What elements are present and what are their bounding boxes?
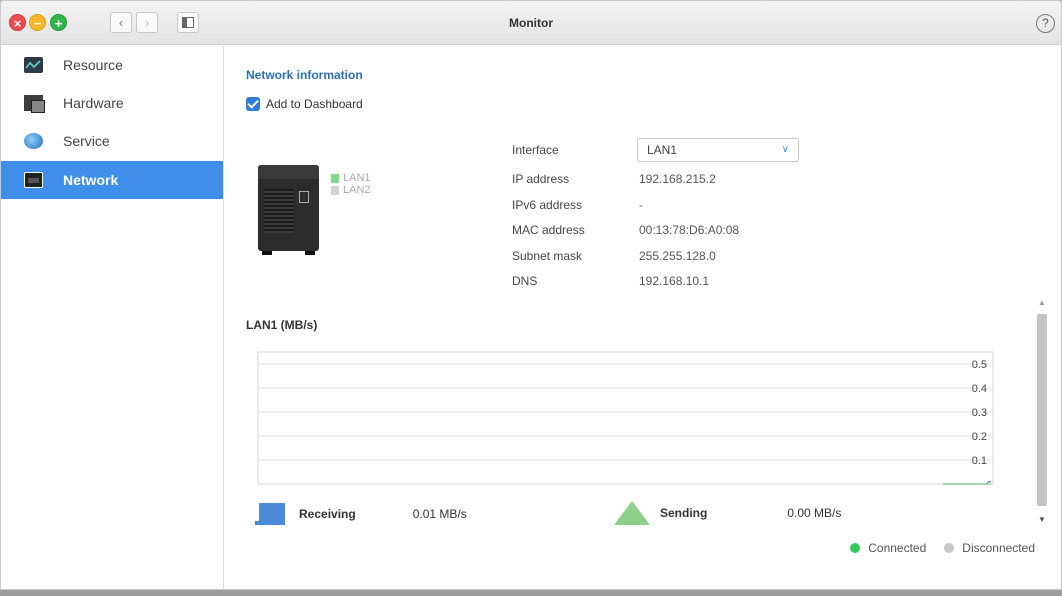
interface-select[interactable]: LAN1 ∨: [637, 138, 799, 162]
connected-dot-icon: [850, 543, 861, 553]
sending-value: 0.00 MB/s: [787, 506, 842, 520]
port-legend-item: LAN1: [331, 172, 371, 184]
port-label: LAN2: [343, 184, 371, 196]
interface-select-value: LAN1: [647, 143, 678, 157]
interface-label: Interface: [512, 143, 559, 157]
chart-title: LAN1 (MB/s): [246, 318, 318, 332]
maximize-window-button[interactable]: +: [50, 14, 67, 31]
sidebar-item-resource[interactable]: Resource: [1, 46, 223, 84]
scroll-down-arrow-icon[interactable]: ▼: [1035, 515, 1049, 524]
section-title: Network information: [246, 68, 363, 82]
y-tick-label: 0.3: [972, 407, 987, 419]
receiving-value: 0.01 MB/s: [412, 507, 467, 521]
ip-address-label: IP address: [512, 172, 570, 186]
receiving-legend: Receiving 0.01 MB/s: [251, 501, 467, 527]
connected-label: Connected: [868, 541, 927, 555]
sidebar-item-label: Service: [63, 133, 110, 149]
checkbox-checked-icon: [246, 97, 260, 111]
chart-plot-area: [257, 351, 994, 485]
window-title: Monitor: [509, 16, 553, 30]
nas-device-image: [258, 165, 319, 255]
mac-address-value: 00:13:78:D6:A0:08: [639, 223, 740, 237]
ipv6-address-label: IPv6 address: [512, 198, 583, 212]
close-window-button[interactable]: ×: [9, 14, 26, 31]
dns-value: 192.168.10.1: [639, 274, 710, 288]
port-status-swatch: [331, 185, 339, 195]
sending-label: Sending: [660, 506, 708, 520]
dns-label: DNS: [512, 274, 538, 288]
hardware-icon: [24, 95, 45, 113]
back-button[interactable]: ‹: [110, 12, 132, 33]
monitor-window: × − + ‹ › Monitor ? Resource Hardware Se…: [0, 0, 1062, 590]
scroll-up-arrow-icon[interactable]: ▲: [1035, 298, 1049, 307]
network-throughput-chart: 0.1 0.2 0.3 0.4 0.5: [257, 351, 994, 485]
mac-address-label: MAC address: [512, 223, 585, 237]
receiving-icon: [251, 501, 289, 527]
receiving-label: Receiving: [299, 507, 356, 521]
port-legend: LAN1 LAN2: [331, 172, 371, 196]
y-tick-label: 0.1: [972, 455, 987, 467]
sidebar-icon: [182, 17, 194, 28]
main-content: Network information Add to Dashboard LAN…: [225, 46, 1061, 589]
add-to-dashboard-label: Add to Dashboard: [266, 97, 363, 111]
sidebar: Resource Hardware Service Network: [1, 46, 224, 589]
chevron-down-icon: ∨: [781, 144, 789, 155]
port-status-swatch: [331, 173, 339, 183]
help-button[interactable]: ?: [1036, 14, 1055, 33]
connection-status-legend: Connected Disconnected: [850, 541, 1035, 555]
help-icon: ?: [1042, 16, 1049, 30]
port-label: LAN1: [343, 172, 371, 184]
add-to-dashboard-checkbox[interactable]: Add to Dashboard: [246, 97, 363, 111]
sidebar-item-service[interactable]: Service: [1, 122, 223, 160]
scrollbar-thumb[interactable]: [1037, 314, 1047, 506]
ip-address-value: 192.168.215.2: [639, 172, 716, 186]
forward-button[interactable]: ›: [136, 12, 158, 33]
port-legend-item: LAN2: [331, 184, 371, 196]
minimize-window-button[interactable]: −: [29, 14, 46, 31]
chevron-left-icon: ‹: [118, 15, 124, 30]
sidebar-item-label: Resource: [63, 57, 123, 73]
sidebar-item-label: Network: [63, 172, 119, 188]
network-icon: [24, 172, 43, 188]
chevron-right-icon: ›: [144, 15, 150, 30]
sidebar-item-network[interactable]: Network: [1, 161, 223, 199]
globe-icon: [24, 133, 43, 149]
sidebar-item-hardware[interactable]: Hardware: [1, 84, 223, 122]
title-bar: × − + ‹ › Monitor ?: [1, 1, 1061, 45]
sidebar-item-label: Hardware: [63, 95, 124, 111]
y-tick-label: 0.5: [972, 359, 987, 371]
subnet-mask-value: 255.255.128.0: [639, 249, 716, 263]
window-shadow: [0, 590, 1062, 596]
y-tick-label: 0.4: [972, 383, 987, 395]
sending-icon: [614, 501, 650, 525]
disconnected-dot-icon: [944, 543, 955, 553]
vertical-scrollbar[interactable]: ▲ ▼: [1035, 298, 1049, 524]
sidebar-toggle-button[interactable]: [177, 12, 199, 33]
subnet-mask-label: Subnet mask: [512, 249, 583, 263]
sending-legend: Sending 0.00 MB/s: [614, 501, 841, 525]
resource-chart-icon: [24, 57, 43, 73]
y-tick-label: 0.2: [972, 431, 987, 443]
ipv6-address-value: -: [639, 198, 643, 212]
disconnected-label: Disconnected: [962, 541, 1035, 555]
